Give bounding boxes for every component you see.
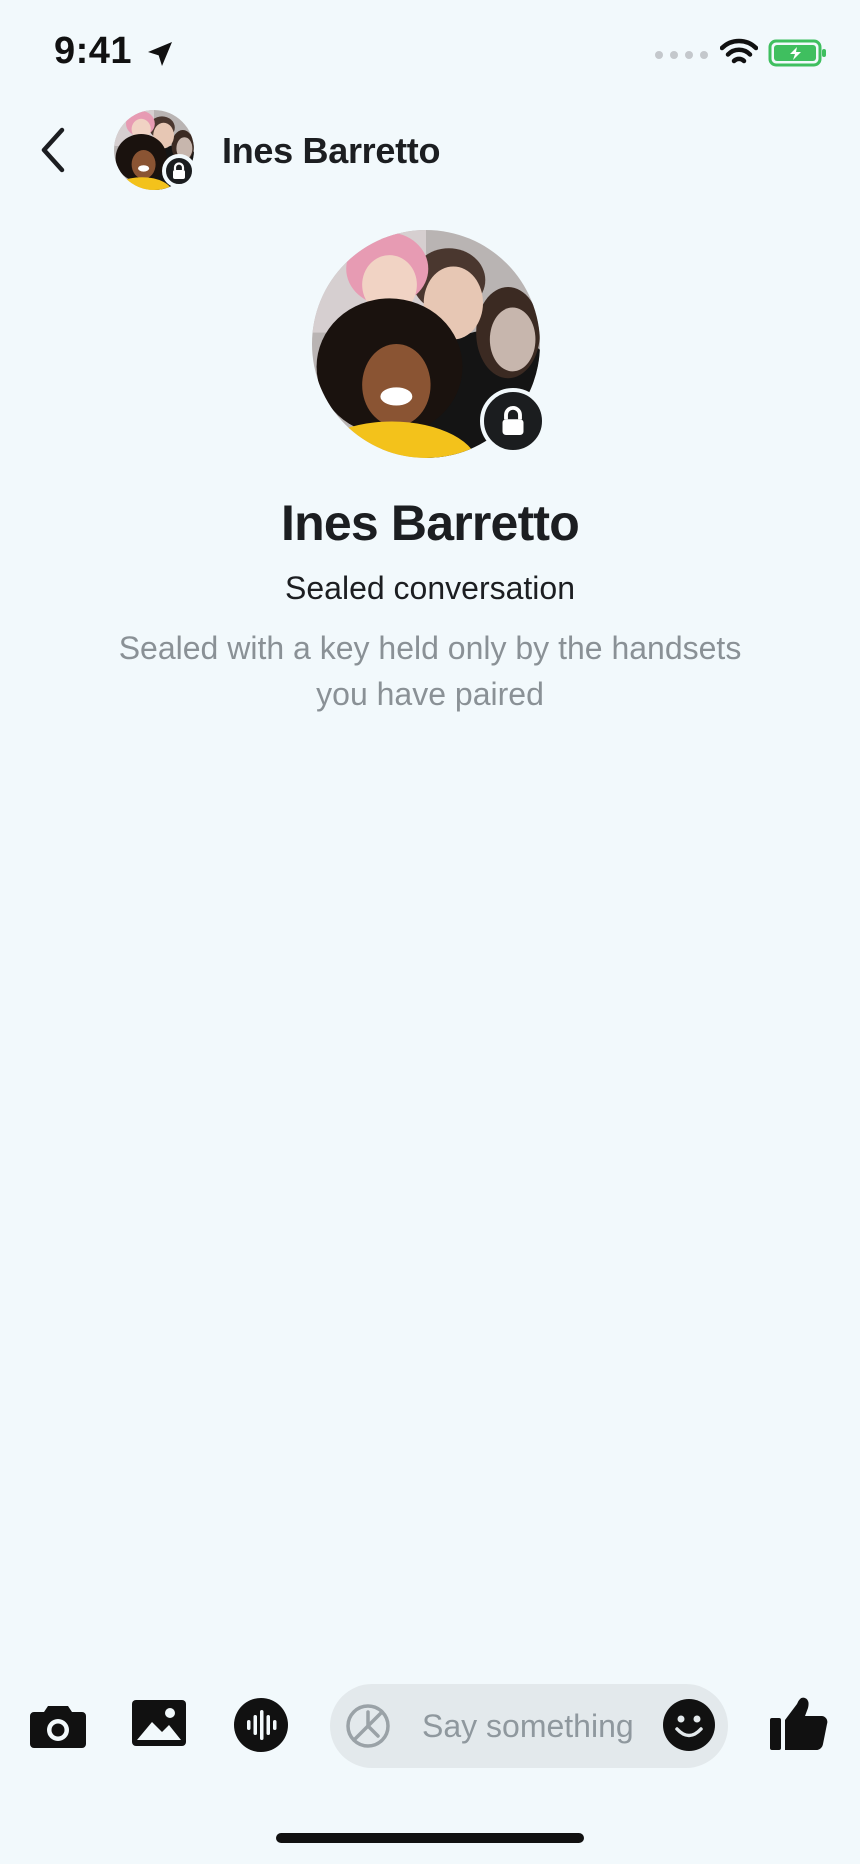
header-title[interactable]: Ines Barretto <box>222 130 440 172</box>
profile-avatar <box>312 228 548 464</box>
lock-icon <box>480 388 546 454</box>
voice-waveform-icon[interactable] <box>234 1698 288 1752</box>
profile-subtitle: Sealed conversation <box>285 570 575 606</box>
image-gallery-icon[interactable] <box>132 1698 186 1748</box>
chat-screen: 9:41 Ines Barretto Ines Barretto Sealed … <box>0 0 860 1864</box>
camera-icon[interactable] <box>30 1700 86 1750</box>
thumbs-up-icon[interactable] <box>770 1694 828 1752</box>
disappearing-timer-icon[interactable] <box>344 1702 392 1750</box>
conversation-profile: Ines Barretto Sealed conversation Sealed… <box>0 228 860 717</box>
encryption-description: Sealed with a key held only by the hands… <box>118 630 742 712</box>
message-input[interactable] <box>422 1700 642 1752</box>
smiley-icon[interactable] <box>662 1698 716 1752</box>
back-button[interactable] <box>30 120 80 180</box>
home-indicator[interactable] <box>276 1833 584 1843</box>
message-box <box>330 1684 728 1768</box>
profile-name: Ines Barretto <box>280 495 580 551</box>
header-avatar[interactable] <box>114 110 198 194</box>
battery-charging-icon <box>768 39 826 67</box>
lock-icon <box>162 154 196 188</box>
cellular-signal-icon <box>655 51 708 59</box>
location-arrow-icon <box>148 42 172 66</box>
wifi-icon <box>720 38 758 64</box>
status-bar: 9:41 <box>0 0 860 100</box>
message-composer <box>0 1680 860 1770</box>
conversation-header: Ines Barretto <box>0 100 860 200</box>
status-time: 9:41 <box>54 30 133 72</box>
